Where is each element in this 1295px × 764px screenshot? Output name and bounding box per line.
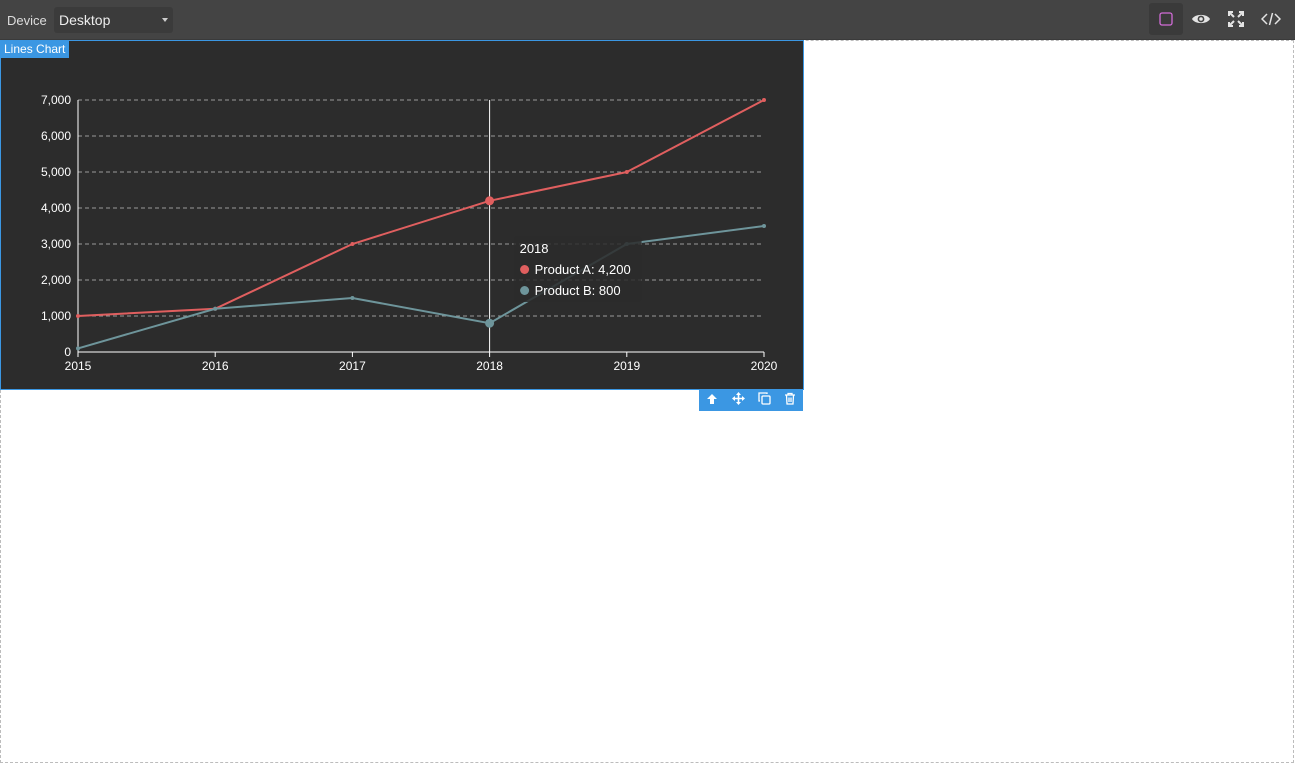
y-tick-label: 1,000: [41, 309, 71, 323]
data-point: [624, 170, 629, 174]
data-point: [762, 98, 766, 102]
data-point: [213, 306, 218, 311]
data-point: [76, 346, 80, 351]
fullscreen-icon: [1228, 11, 1244, 27]
sw-visibility-button[interactable]: [1149, 3, 1183, 35]
line-chart: 0 1,000 2,000 3,000 4,000 5,000 6,000 7,000 2015…: [41, 93, 778, 373]
copy-icon: [757, 391, 771, 410]
y-tick-label: 3,000: [41, 237, 71, 251]
preview-button[interactable]: [1184, 3, 1218, 35]
tooltip-item: Product A: 4,200: [535, 262, 631, 277]
arrow-up-icon: [706, 392, 718, 410]
x-tick-label: 2018: [476, 359, 503, 373]
y-tick-label: 2,000: [41, 273, 71, 287]
y-tick-label: 6,000: [41, 129, 71, 143]
x-tick-label: 2020: [751, 359, 778, 373]
delete-button[interactable]: [777, 390, 803, 411]
lines-chart-block[interactable]: 0 1,000 2,000 3,000 4,000 5,000 6,000 7,000 2015…: [0, 40, 804, 390]
device-label: Device: [7, 13, 47, 28]
data-point: [762, 224, 766, 228]
fullscreen-button[interactable]: [1219, 3, 1253, 35]
eye-icon: [1191, 12, 1211, 26]
tooltip-title: 2018: [520, 241, 549, 256]
move-icon: [731, 391, 745, 410]
data-point: [350, 242, 355, 246]
x-tick-label: 2016: [202, 359, 229, 373]
device-select[interactable]: Desktop: [54, 7, 173, 33]
block-toolbar: [699, 390, 803, 411]
tooltip-item: Product B: 800: [535, 283, 621, 298]
x-tick-label: 2019: [613, 359, 640, 373]
trash-icon: [784, 392, 796, 410]
y-tick-label: 4,000: [41, 201, 71, 215]
y-tick-label: 0: [64, 345, 71, 359]
clone-button[interactable]: [751, 390, 777, 411]
square-outline-icon: [1159, 12, 1173, 26]
chart-tooltip: 2018 Product A: 4,200 Product B: 800: [513, 236, 642, 302]
y-tick-label: 7,000: [41, 93, 71, 107]
data-point: [76, 314, 80, 318]
x-tick-label: 2015: [65, 359, 92, 373]
tooltip-swatch: [520, 286, 530, 295]
y-tick-label: 5,000: [41, 165, 71, 179]
tooltip-swatch: [520, 265, 530, 274]
move-button[interactable]: [725, 390, 751, 411]
editor-toolbar: Device Desktop: [0, 0, 1295, 40]
select-parent-button[interactable]: [699, 390, 725, 411]
x-tick-label: 2017: [339, 359, 366, 373]
chevron-down-icon: [162, 18, 168, 22]
code-view-button[interactable]: [1254, 3, 1288, 35]
data-point: [350, 296, 355, 300]
data-point: [485, 196, 495, 206]
data-point: [485, 318, 495, 328]
block-type-badge: Lines Chart: [0, 41, 70, 58]
device-select-value: Desktop: [59, 12, 111, 28]
code-icon: [1261, 12, 1281, 26]
